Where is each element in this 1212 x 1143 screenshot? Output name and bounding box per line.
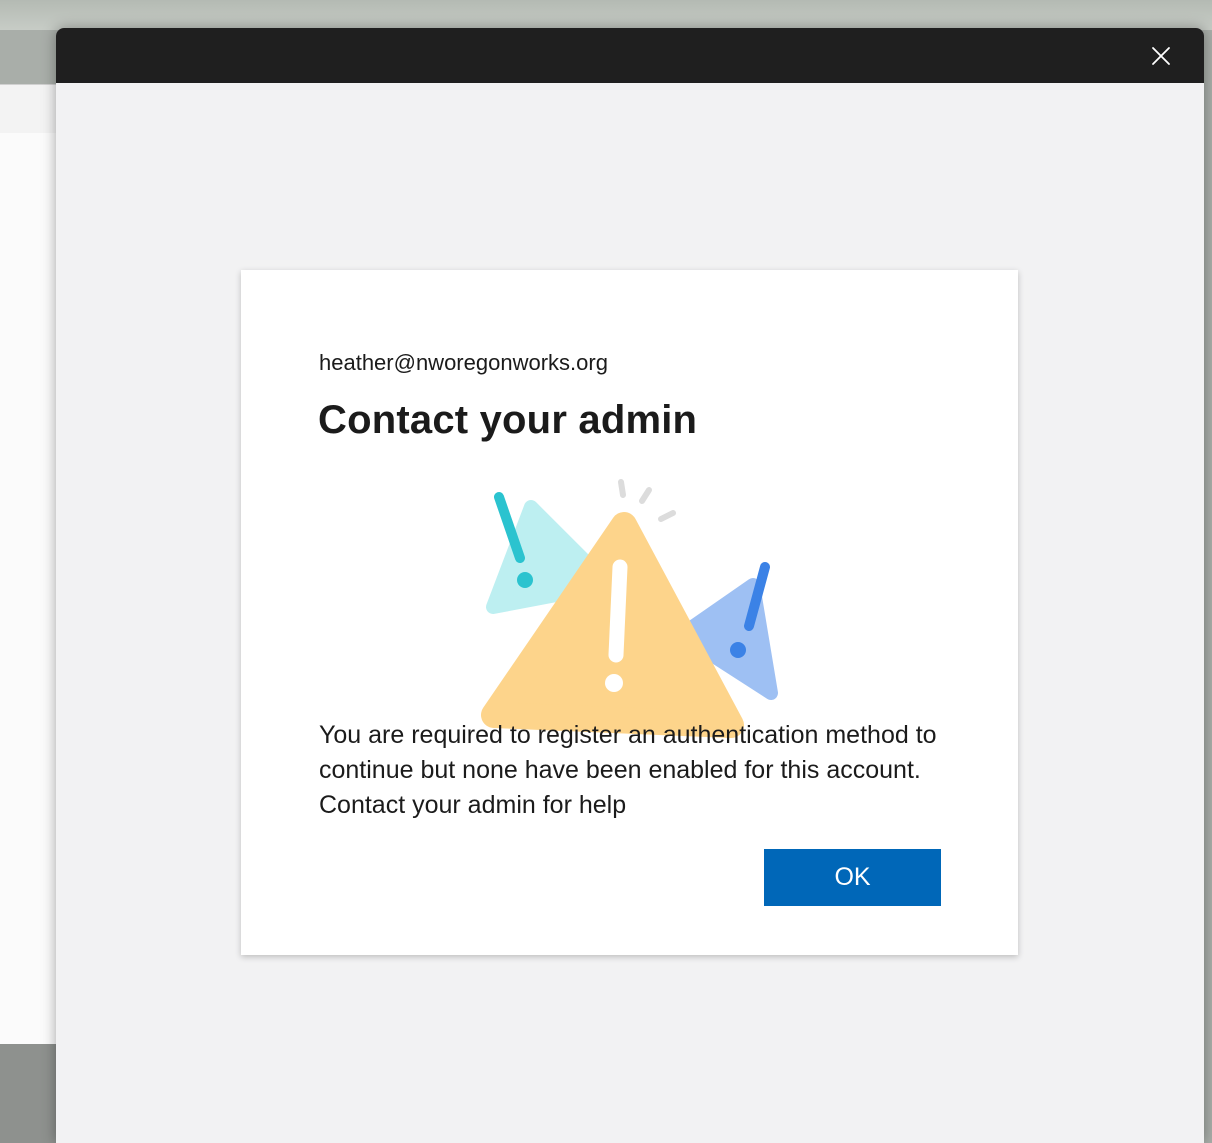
page-title: Contact your admin [318,398,698,442]
ok-button[interactable]: OK [764,849,941,906]
close-icon [1152,46,1170,65]
close-button[interactable] [1118,28,1204,83]
window-titlebar [56,28,1204,83]
warning-triangles-icon [481,479,778,738]
desktop-background [0,0,1212,30]
sign-in-card: heather@nworegonworks.org Contact your a… [241,270,1018,955]
auth-dialog-window: heather@nworegonworks.org Contact your a… [56,28,1204,1143]
error-message: You are required to register an authenti… [319,721,937,819]
account-identity: heather@nworegonworks.org [319,350,608,375]
